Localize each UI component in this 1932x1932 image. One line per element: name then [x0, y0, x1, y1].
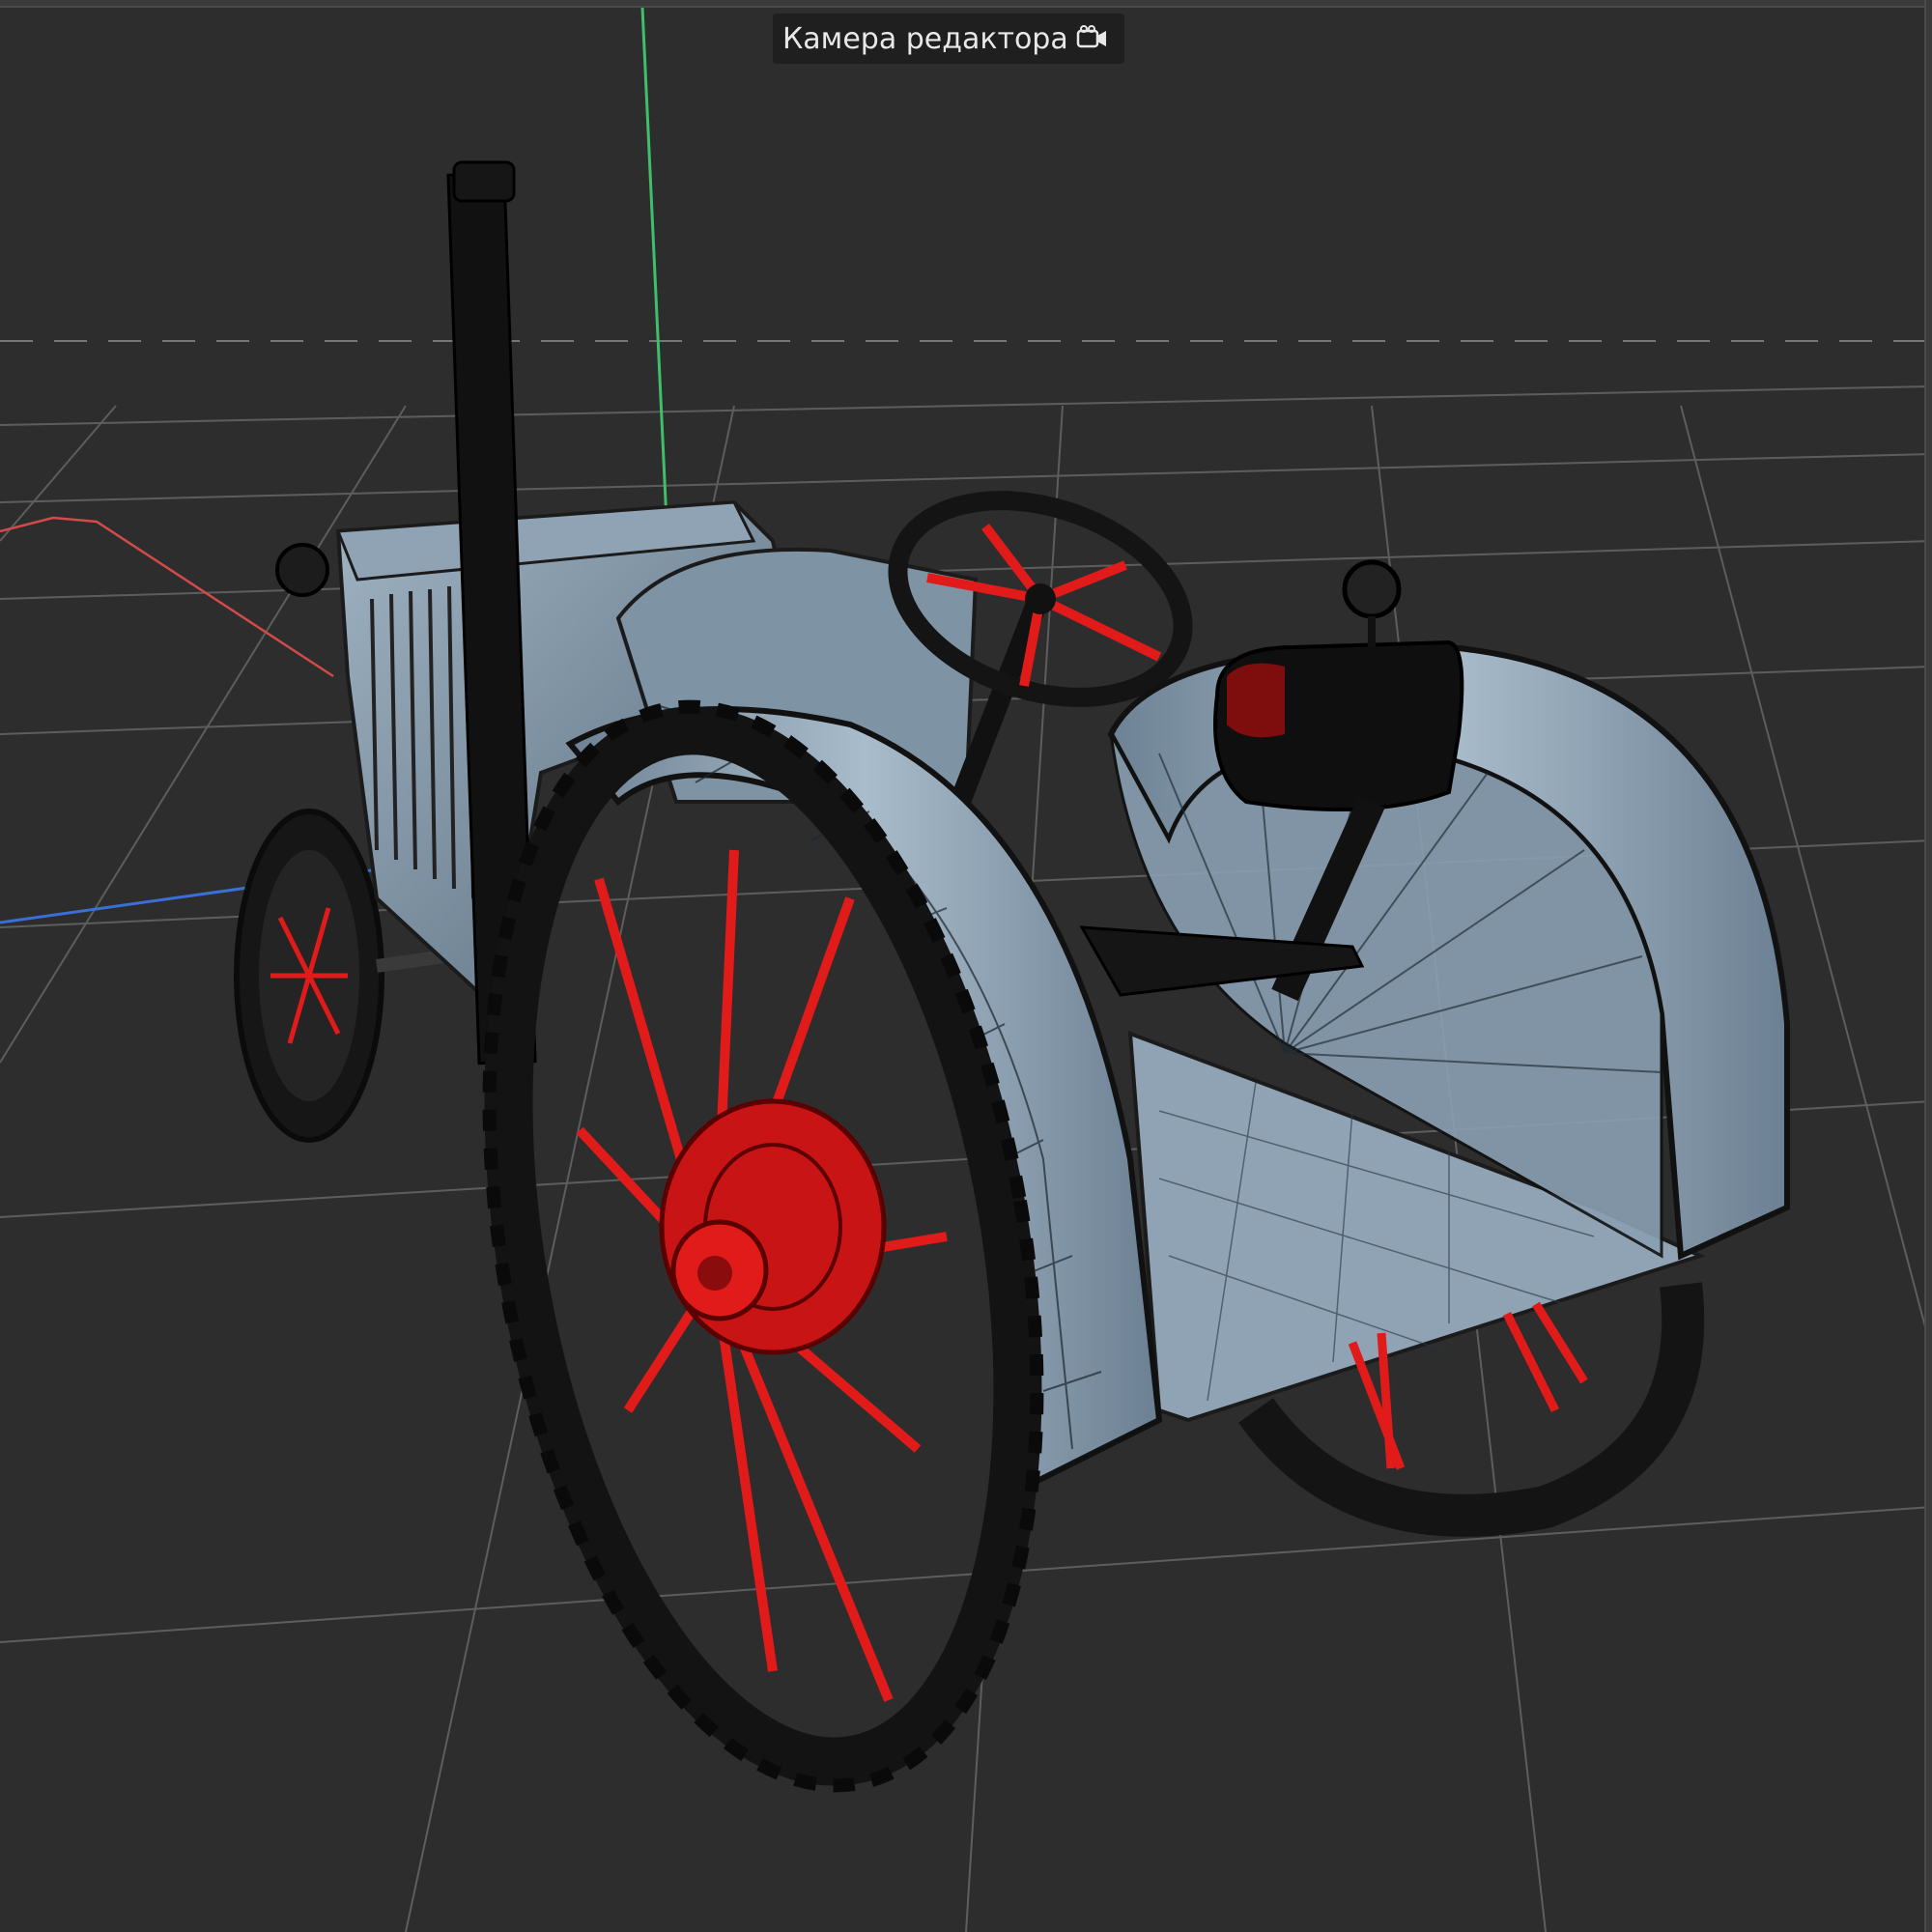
viewport-right-border — [1924, 0, 1932, 1932]
editor-camera-selector[interactable]: Камера редактора — [773, 14, 1124, 64]
scene-render[interactable] — [0, 0, 1932, 1932]
gauge — [1342, 559, 1402, 619]
viewport-top-border — [0, 0, 1932, 8]
front-wheel[interactable] — [234, 809, 384, 1143]
camera-label-text: Камера редактора — [782, 21, 1068, 56]
axis-y — [640, 7, 668, 523]
video-camera-icon — [1076, 24, 1109, 53]
3d-viewport[interactable]: Камера редактора — [0, 0, 1932, 1932]
headlight — [275, 543, 329, 597]
